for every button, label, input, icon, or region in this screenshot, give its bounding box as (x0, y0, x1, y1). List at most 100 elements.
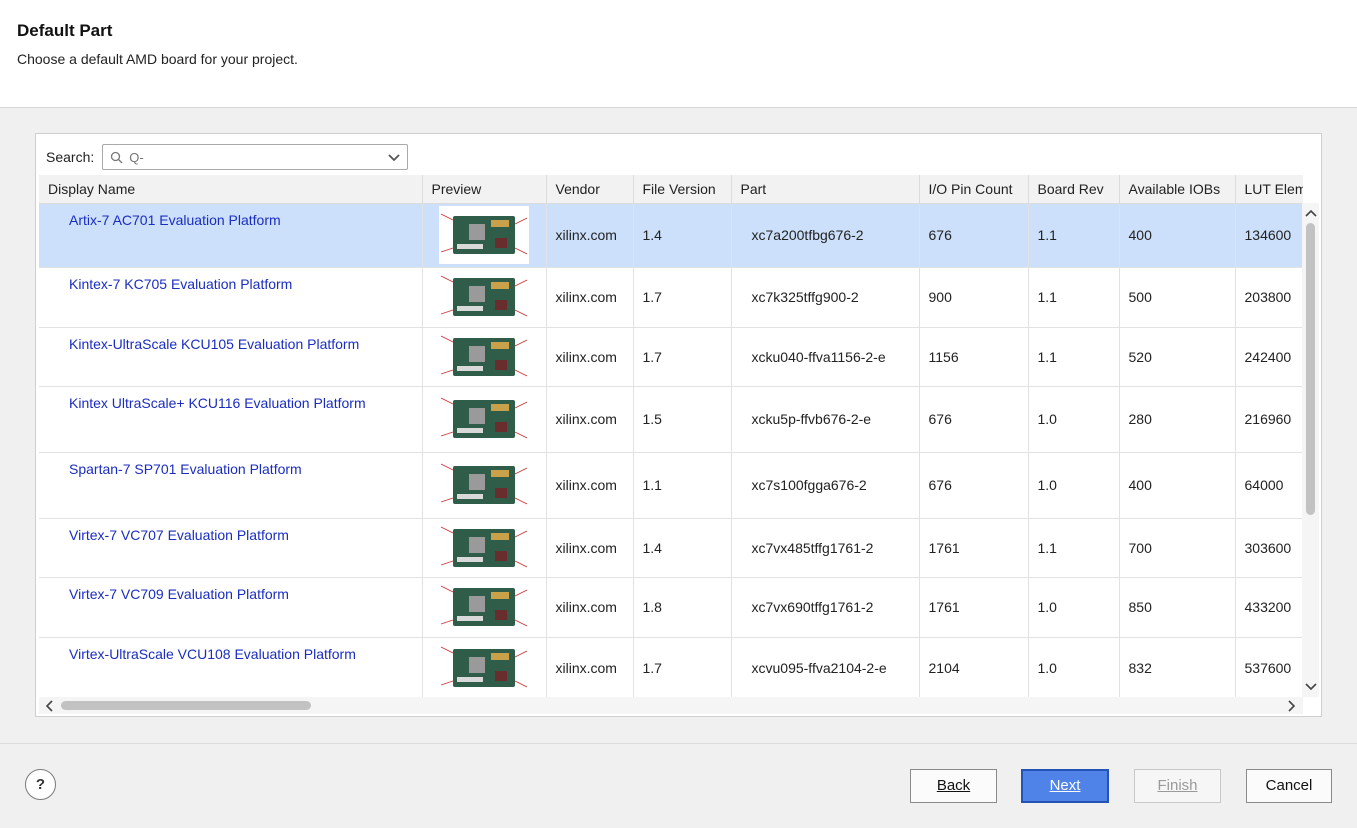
scroll-left-icon[interactable] (42, 699, 56, 713)
cell-io-pin-count: 676 (919, 203, 1029, 268)
cell-part: xc7k325tffg900-2 (731, 267, 920, 328)
cell-board-name: Virtex-UltraScale VCU108 Evaluation Plat… (39, 637, 423, 697)
vertical-scrollbar-thumb[interactable] (1306, 223, 1315, 515)
finish-button-label: Finish (1157, 777, 1198, 794)
horizontal-scrollbar[interactable] (39, 697, 1303, 714)
cell-board-name: Spartan-7 SP701 Evaluation Platform (39, 452, 423, 519)
cell-board-rev: 1.0 (1028, 386, 1120, 453)
cell-io-pin-count: 900 (919, 267, 1029, 328)
cell-part: xcku040-ffva1156-2-e (731, 327, 920, 387)
table-row[interactable]: Kintex-UltraScale KCU105 Evaluation Plat… (39, 327, 1303, 387)
board-image-icon (439, 268, 529, 326)
cell-vendor: xilinx.com (546, 577, 634, 638)
table-row[interactable]: Virtex-7 VC709 Evaluation Platform xilinx… (39, 577, 1303, 638)
search-box[interactable] (102, 144, 409, 170)
cell-vendor: xilinx.com (546, 386, 634, 453)
board-image-icon (439, 206, 529, 264)
cell-part: xc7a200tfbg676-2 (731, 203, 920, 268)
horizontal-scrollbar-thumb[interactable] (61, 701, 311, 710)
board-image-icon (439, 327, 529, 385)
cell-board-preview (422, 577, 547, 638)
cell-lut-elements: 537600 (1235, 637, 1303, 697)
table-row[interactable]: Virtex-UltraScale VCU108 Evaluation Plat… (39, 637, 1303, 697)
column-header-vendor[interactable]: Vendor (546, 175, 634, 204)
cell-part: xcku5p-ffvb676-2-e (731, 386, 920, 453)
cell-board-rev: 1.1 (1028, 267, 1120, 328)
table-row[interactable]: Virtex-7 VC707 Evaluation Platform xilinx… (39, 518, 1303, 578)
cell-io-pin-count: 1761 (919, 577, 1029, 638)
board-image-icon (439, 518, 529, 576)
cell-io-pin-count: 1761 (919, 518, 1029, 578)
cell-lut-elements: 134600 (1235, 203, 1303, 268)
search-input[interactable] (129, 147, 370, 167)
scroll-right-icon[interactable] (1285, 699, 1299, 713)
cell-vendor: xilinx.com (546, 203, 634, 268)
cell-available-iobs: 832 (1119, 637, 1236, 697)
search-label: Search: (46, 149, 95, 165)
cell-board-name: Kintex-UltraScale KCU105 Evaluation Plat… (39, 327, 423, 387)
back-button-label: Back (936, 777, 971, 794)
cell-board-preview (422, 452, 547, 519)
table-row[interactable]: Artix-7 AC701 Evaluation Platform xilinx.… (39, 203, 1303, 268)
table-row[interactable]: Kintex UltraScale+ KCU116 Evaluation Pla… (39, 386, 1303, 453)
column-header-preview[interactable]: Preview (422, 175, 547, 204)
cell-available-iobs: 850 (1119, 577, 1236, 638)
cell-part: xc7s100fgga676-2 (731, 452, 920, 519)
board-table-viewport: Display Name Preview Vendor File Version… (39, 175, 1303, 697)
table-row[interactable]: Kintex-7 KC705 Evaluation Platform xilinx… (39, 267, 1303, 328)
finish-button[interactable]: Finish (1134, 769, 1221, 803)
column-header-part[interactable]: Part (731, 175, 920, 204)
board-selection-panel: Search: Display Name Preview Vendor (35, 133, 1322, 717)
cell-board-preview (422, 518, 547, 578)
board-name-label: Kintex-7 KC705 Evaluation Platform (69, 275, 293, 292)
wizard-header: Default Part Choose a default AMD board … (0, 0, 1357, 108)
column-header-file-version[interactable]: File Version (633, 175, 732, 204)
search-icon (111, 151, 123, 164)
scroll-down-icon[interactable] (1304, 680, 1318, 694)
column-header-board-rev[interactable]: Board Rev (1028, 175, 1120, 204)
table-row[interactable]: Spartan-7 SP701 Evaluation Platform xilin… (39, 452, 1303, 519)
board-name-label: Kintex UltraScale+ KCU116 Evaluation Pla… (69, 394, 366, 411)
table-header-row: Display Name Preview Vendor File Version… (39, 175, 1303, 204)
help-button[interactable]: ? (25, 769, 56, 800)
board-name-label: Kintex-UltraScale KCU105 Evaluation Plat… (69, 335, 360, 352)
cell-vendor: xilinx.com (546, 637, 634, 697)
column-header-io-pin-count[interactable]: I/O Pin Count (919, 175, 1029, 204)
back-button[interactable]: Back (910, 769, 997, 803)
cell-board-rev: 1.0 (1028, 452, 1120, 519)
page-title: Default Part (17, 21, 113, 40)
next-button[interactable]: Next (1021, 769, 1109, 803)
cell-board-rev: 1.0 (1028, 577, 1120, 638)
cancel-button[interactable]: Cancel (1246, 769, 1332, 803)
cell-part: xcvu095-ffva2104-2-e (731, 637, 920, 697)
scroll-up-icon[interactable] (1304, 206, 1318, 220)
board-name-label: Virtex-7 VC709 Evaluation Platform (69, 585, 289, 602)
cell-board-preview (422, 386, 547, 453)
cell-file-version: 1.4 (633, 203, 732, 268)
cell-board-rev: 1.1 (1028, 203, 1120, 268)
cell-board-rev: 1.0 (1028, 637, 1120, 697)
cell-available-iobs: 700 (1119, 518, 1236, 578)
board-name-label: Virtex-7 VC707 Evaluation Platform (69, 526, 289, 543)
column-header-available-iobs[interactable]: Available IOBs (1119, 175, 1236, 204)
cell-file-version: 1.7 (633, 637, 732, 697)
chevron-down-icon[interactable] (387, 151, 401, 165)
cell-board-rev: 1.1 (1028, 518, 1120, 578)
cell-part: xc7vx690tffg1761-2 (731, 577, 920, 638)
cell-board-preview (422, 637, 547, 697)
cell-vendor: xilinx.com (546, 267, 634, 328)
cell-lut-elements: 203800 (1235, 267, 1303, 328)
vertical-scrollbar[interactable] (1302, 203, 1319, 697)
cell-available-iobs: 280 (1119, 386, 1236, 453)
cell-board-name: Virtex-7 VC709 Evaluation Platform (39, 577, 423, 638)
cell-available-iobs: 400 (1119, 452, 1236, 519)
cell-available-iobs: 520 (1119, 327, 1236, 387)
column-header-display-name[interactable]: Display Name (39, 175, 423, 204)
page-subtitle: Choose a default AMD board for your proj… (17, 51, 298, 67)
cell-board-name: Virtex-7 VC707 Evaluation Platform (39, 518, 423, 578)
next-button-label: Next (1049, 777, 1081, 794)
cell-io-pin-count: 2104 (919, 637, 1029, 697)
cell-board-name: Kintex-7 KC705 Evaluation Platform (39, 267, 423, 328)
board-image-icon (439, 456, 529, 514)
column-header-lut-elements[interactable]: LUT Elements (1235, 175, 1303, 204)
